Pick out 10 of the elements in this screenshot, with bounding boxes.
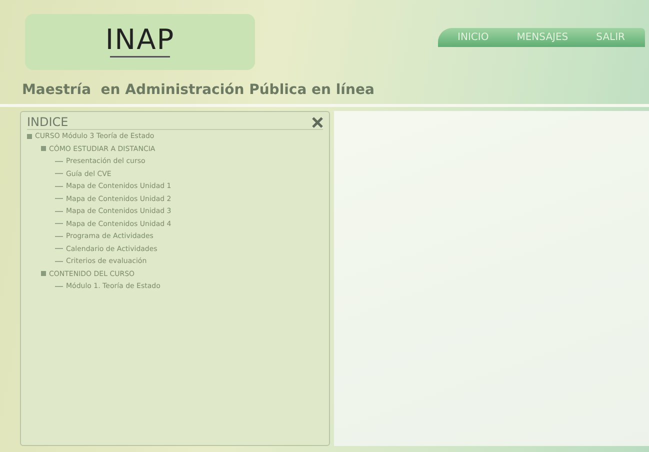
- node-icon[interactable]: [41, 146, 46, 152]
- logo: INAP: [25, 14, 255, 70]
- close-icon[interactable]: [312, 116, 323, 128]
- nav-link[interactable]: INICIO: [458, 32, 489, 43]
- node-icon[interactable]: [27, 134, 32, 139]
- nav-link[interactable]: SALIR: [596, 32, 625, 43]
- page-title: Maestría en Administración Pública en línea: [0, 80, 649, 107]
- node-icon[interactable]: [41, 271, 46, 276]
- panel-title: INDICE: [27, 115, 68, 129]
- nav-link[interactable]: MENSAJES: [516, 32, 568, 43]
